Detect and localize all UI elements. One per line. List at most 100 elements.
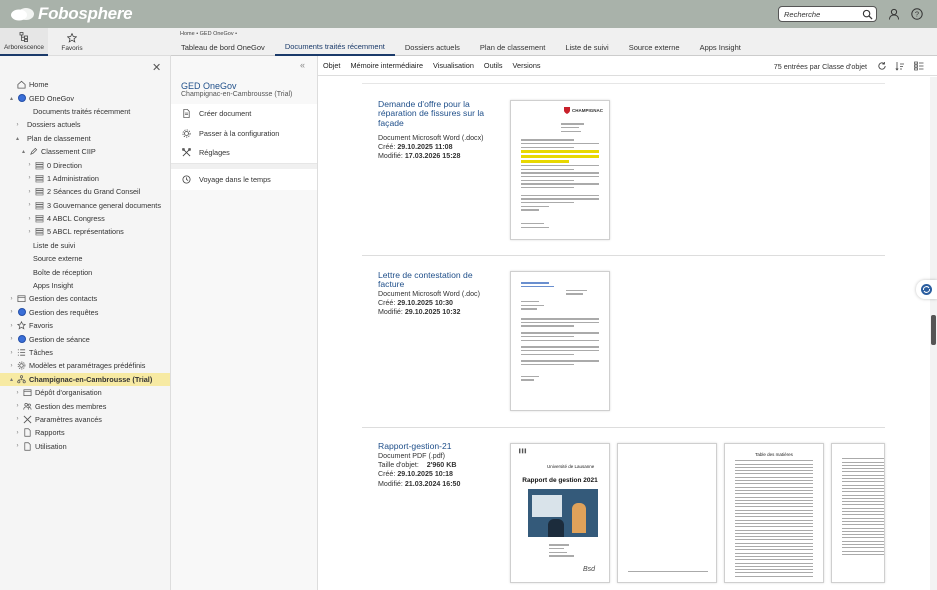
tree-item[interactable]: Source externe xyxy=(0,252,170,265)
tree-item[interactable]: › Utilisation xyxy=(0,440,170,453)
expand-toggle-icon[interactable]: › xyxy=(26,216,33,222)
tree-item[interactable]: ▴ Plan de classement xyxy=(0,132,170,145)
tree-item-label: Dossiers actuels xyxy=(27,120,81,130)
created-row: Créé: 29.10.2025 10:18 xyxy=(378,470,498,479)
expand-toggle-icon[interactable]: › xyxy=(8,350,15,356)
document-thumbnail[interactable]: CHAMPIGNAC xyxy=(510,100,610,240)
expand-toggle-icon[interactable]: › xyxy=(8,309,15,315)
expand-toggle-icon[interactable]: › xyxy=(14,430,21,436)
tree-item[interactable]: › 1 Administration xyxy=(0,172,170,185)
main-tab[interactable]: Plan de classement xyxy=(470,38,555,56)
tree-item[interactable]: › Gestion des contacts xyxy=(0,292,170,305)
content-scrollbar[interactable] xyxy=(930,77,937,590)
expand-toggle-icon[interactable]: › xyxy=(14,403,21,409)
tree-item[interactable]: › 4 ABCL Congress xyxy=(0,212,170,225)
create-document-button[interactable]: Créer document xyxy=(171,104,317,124)
main-tab[interactable]: Liste de suivi xyxy=(555,38,618,56)
settings-button[interactable]: Réglages xyxy=(171,143,317,163)
tree-item[interactable]: › Gestion des membres xyxy=(0,399,170,412)
main-tab[interactable]: Tableau de bord OneGov xyxy=(171,38,275,56)
refresh-icon[interactable] xyxy=(877,61,887,71)
main-tab[interactable]: Apps Insight xyxy=(690,38,751,56)
toolbar-menu-item[interactable]: Mémoire intermédiaire xyxy=(345,61,428,70)
tree-item[interactable]: Apps Insight xyxy=(0,279,170,292)
expand-toggle-icon[interactable]: › xyxy=(14,416,21,422)
expand-toggle-icon[interactable]: ▴ xyxy=(8,376,15,383)
expand-toggle-icon[interactable]: ▴ xyxy=(8,95,15,102)
pdf-page-3-thumbnail[interactable]: Table des matières xyxy=(724,443,824,583)
expand-toggle-icon[interactable]: › xyxy=(14,122,21,128)
expand-toggle-icon[interactable]: › xyxy=(26,162,33,168)
collapse-icon[interactable]: « xyxy=(300,60,305,70)
expand-toggle-icon[interactable]: › xyxy=(8,363,15,369)
tree-item[interactable]: › Gestion de séance xyxy=(0,332,170,345)
main-tab[interactable]: Source externe xyxy=(619,38,690,56)
breadcrumb[interactable]: Home • GED OneGov • xyxy=(180,31,237,37)
pdf-page-2-thumbnail[interactable] xyxy=(617,443,717,583)
document-card[interactable]: Rapport-gestion-21 Document PDF (.pdf) T… xyxy=(362,427,885,590)
document-card[interactable]: Lettre de contestation de facture Docume… xyxy=(362,255,885,427)
document-card[interactable]: Demande d'offre pour la réparation de fi… xyxy=(362,83,885,255)
tree-item[interactable]: › 5 ABCL représentations xyxy=(0,225,170,238)
view-mode-icon[interactable] xyxy=(914,61,924,71)
app-logo[interactable]: Fobosphere xyxy=(10,4,133,24)
close-icon[interactable]: ✕ xyxy=(152,61,161,74)
go-to-configuration-button[interactable]: Passer à la configuration xyxy=(171,124,317,144)
thumbnail-university: Université de Lausanne xyxy=(547,464,595,469)
tree-item-label: Source externe xyxy=(33,254,83,264)
document-title[interactable]: Rapport-gestion-21 xyxy=(378,441,498,451)
search-input[interactable]: Recherche xyxy=(778,6,877,22)
tree-item[interactable]: › 0 Direction xyxy=(0,158,170,171)
tab-favoris[interactable]: Favoris xyxy=(48,28,96,56)
tree-item[interactable]: › Dépôt d'organisation xyxy=(0,386,170,399)
tree-item[interactable]: Boîte de réception xyxy=(0,265,170,278)
search-icon[interactable] xyxy=(862,9,873,20)
tree-item[interactable]: ▴ Champignac-en-Cambrousse (Trial) xyxy=(0,372,170,386)
expand-toggle-icon[interactable]: ▴ xyxy=(14,135,21,142)
user-icon[interactable] xyxy=(888,8,900,20)
expand-toggle-icon[interactable]: ▴ xyxy=(20,148,27,155)
toolbar-menu-item[interactable]: Outils xyxy=(479,61,508,70)
expand-toggle-icon[interactable]: › xyxy=(26,189,33,195)
toolbar-menu-item[interactable]: Objet xyxy=(318,61,345,70)
tree-item[interactable]: ▴ Classement CIIP xyxy=(0,145,170,158)
expand-toggle-icon[interactable]: › xyxy=(26,229,33,235)
main-tab[interactable]: Documents traités récemment xyxy=(274,38,395,56)
toolbar-menu-item[interactable]: Versions xyxy=(508,61,546,70)
main-tab[interactable]: Dossiers actuels xyxy=(395,38,470,56)
tree-item[interactable]: › Paramètres avancés xyxy=(0,413,170,426)
expand-toggle-icon[interactable]: › xyxy=(14,390,21,396)
top-bar: Fobosphere Recherche ? xyxy=(0,0,937,28)
document-title[interactable]: Demande d'offre pour la réparation de fi… xyxy=(378,99,488,128)
assistant-button[interactable] xyxy=(916,280,937,299)
expand-toggle-icon[interactable]: › xyxy=(8,323,15,329)
tree-item[interactable]: › Gestion des requêtes xyxy=(0,306,170,319)
tree-item[interactable]: Home xyxy=(0,78,170,91)
toolbar-menu-item[interactable]: Visualisation xyxy=(428,61,479,70)
scrollbar-thumb[interactable] xyxy=(931,315,936,345)
tree-item[interactable]: › Rapports xyxy=(0,426,170,439)
tree-item[interactable]: Liste de suivi xyxy=(0,239,170,252)
tree-item[interactable]: › Dossiers actuels xyxy=(0,118,170,131)
sort-icon[interactable] xyxy=(895,61,905,71)
help-icon[interactable]: ? xyxy=(911,8,923,20)
expand-toggle-icon[interactable]: › xyxy=(14,443,21,449)
tree-item[interactable]: Documents traités récemment xyxy=(0,105,170,118)
time-travel-button[interactable]: Voyage dans le temps xyxy=(171,169,317,190)
pdf-page-1-thumbnail[interactable]: ▌▌▌ Université de Lausanne Rapport de ge… xyxy=(510,443,610,583)
star-icon xyxy=(67,32,77,43)
tree-item[interactable]: › 2 Séances du Grand Conseil xyxy=(0,185,170,198)
pdf-page-4-thumbnail[interactable] xyxy=(831,443,885,583)
tree-item[interactable]: › 3 Gouvernance general documents xyxy=(0,199,170,212)
tree-item[interactable]: › Tâches xyxy=(0,346,170,359)
expand-toggle-icon[interactable]: › xyxy=(26,202,33,208)
tree-item[interactable]: ▴ GED OneGov xyxy=(0,91,170,104)
document-thumbnail[interactable] xyxy=(510,271,610,411)
tree-item[interactable]: › Favoris xyxy=(0,319,170,332)
expand-toggle-icon[interactable]: › xyxy=(8,296,15,302)
tree-item[interactable]: › Modèles et paramétrages prédéfinis xyxy=(0,359,170,372)
expand-toggle-icon[interactable]: › xyxy=(26,175,33,181)
tab-arborescence[interactable]: Arborescence xyxy=(0,28,48,56)
expand-toggle-icon[interactable]: › xyxy=(8,336,15,342)
document-title[interactable]: Lettre de contestation de facture xyxy=(378,270,478,290)
